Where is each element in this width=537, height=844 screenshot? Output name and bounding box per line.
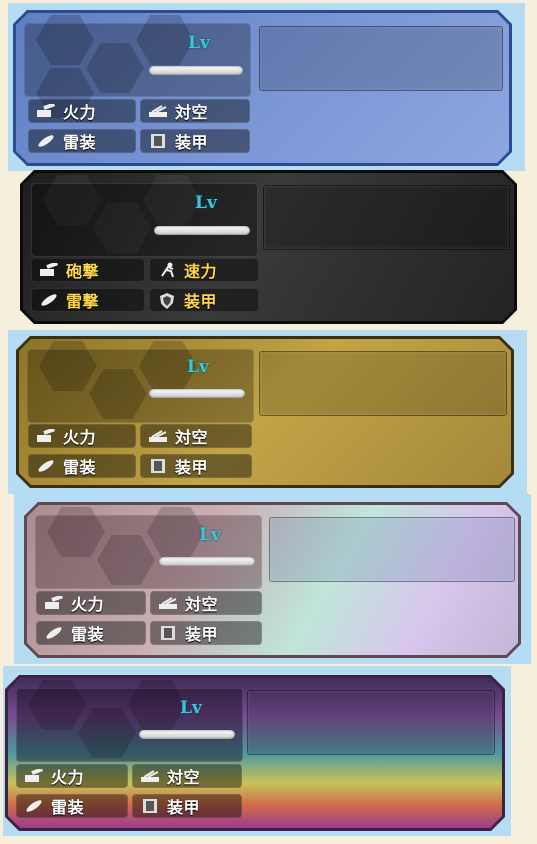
anti-air-icon bbox=[139, 768, 161, 784]
info-panel bbox=[259, 351, 507, 416]
stat-torpedo-attack: 雷撃 bbox=[31, 288, 145, 312]
stat-label: 速力 bbox=[184, 262, 218, 281]
info-panel bbox=[247, 690, 495, 755]
stat-label: 雷装 bbox=[63, 133, 97, 152]
torpedo-icon bbox=[35, 458, 57, 474]
stat-label: 火力 bbox=[71, 595, 105, 614]
stat-label: 雷装 bbox=[71, 625, 105, 644]
portrait-area bbox=[24, 23, 251, 97]
stat-label: 火力 bbox=[63, 103, 97, 122]
stat-firepower: 火力 bbox=[16, 764, 128, 788]
info-panel bbox=[263, 185, 510, 250]
stat-label: 雷装 bbox=[63, 458, 97, 477]
exp-bar bbox=[154, 226, 250, 235]
stat-anti-air: 対空 bbox=[140, 99, 250, 123]
firepower-icon bbox=[35, 103, 57, 119]
level-label: Lv bbox=[188, 33, 210, 53]
armor-icon bbox=[147, 133, 169, 149]
torpedo-icon bbox=[35, 133, 57, 149]
armor-shield-icon bbox=[156, 292, 178, 308]
torpedo-icon bbox=[43, 625, 65, 641]
stat-armor: 装甲 bbox=[132, 794, 242, 818]
exp-bar bbox=[139, 730, 235, 739]
stat-label: 装甲 bbox=[175, 133, 209, 152]
ship-card-black[interactable]: Lv 砲撃 速力 雷撃 装甲 bbox=[20, 170, 517, 324]
portrait-area bbox=[35, 515, 262, 589]
firepower-icon bbox=[35, 428, 57, 444]
torpedo-icon bbox=[38, 292, 60, 308]
level-label: Lv bbox=[199, 525, 221, 545]
stat-label: 火力 bbox=[51, 768, 85, 787]
firepower-icon bbox=[43, 595, 65, 611]
stat-anti-air: 対空 bbox=[140, 424, 252, 448]
stat-armor: 装甲 bbox=[140, 129, 250, 153]
stat-label: 対空 bbox=[175, 428, 209, 447]
stat-armor: 装甲 bbox=[140, 454, 252, 478]
info-panel bbox=[269, 517, 515, 582]
level-label: Lv bbox=[195, 193, 217, 213]
ship-card-rainbow[interactable]: Lv 火力 対空 雷装 装甲 bbox=[5, 675, 505, 831]
armor-icon bbox=[157, 625, 179, 641]
stat-torpedo: 雷装 bbox=[28, 129, 136, 153]
stat-firepower: 火力 bbox=[28, 424, 136, 448]
firepower-icon bbox=[23, 768, 45, 784]
stat-armor: 装甲 bbox=[150, 621, 262, 645]
stat-shelling: 砲撃 bbox=[31, 258, 145, 282]
stat-anti-air: 対空 bbox=[132, 764, 242, 788]
armor-icon bbox=[147, 458, 169, 474]
firepower-icon bbox=[38, 262, 60, 278]
stat-torpedo: 雷装 bbox=[16, 794, 128, 818]
torpedo-icon bbox=[23, 798, 45, 814]
stat-armor: 装甲 bbox=[149, 288, 259, 312]
speed-icon bbox=[156, 262, 178, 278]
stat-label: 雷装 bbox=[51, 798, 85, 817]
level-label: Lv bbox=[180, 698, 202, 718]
portrait-area bbox=[31, 183, 258, 257]
armor-icon bbox=[139, 798, 161, 814]
stat-firepower: 火力 bbox=[28, 99, 136, 123]
stat-label: 対空 bbox=[185, 595, 219, 614]
anti-air-icon bbox=[147, 428, 169, 444]
stat-label: 火力 bbox=[63, 428, 97, 447]
exp-bar bbox=[159, 557, 255, 566]
stat-anti-air: 対空 bbox=[150, 591, 262, 615]
stat-speed: 速力 bbox=[149, 258, 259, 282]
stat-label: 装甲 bbox=[184, 292, 218, 311]
info-panel bbox=[259, 26, 503, 91]
portrait-area bbox=[27, 349, 254, 423]
exp-bar bbox=[149, 389, 245, 398]
stat-torpedo: 雷装 bbox=[36, 621, 146, 645]
ship-card-blue[interactable]: Lv 火力 対空 雷装 装甲 bbox=[13, 10, 512, 166]
stat-label: 雷撃 bbox=[66, 292, 100, 311]
stat-label: 砲撃 bbox=[66, 262, 100, 281]
ship-card-holo[interactable]: Lv 火力 対空 雷装 装甲 bbox=[24, 502, 521, 658]
stat-label: 対空 bbox=[175, 103, 209, 122]
anti-air-icon bbox=[157, 595, 179, 611]
stat-firepower: 火力 bbox=[36, 591, 146, 615]
exp-bar bbox=[149, 66, 243, 75]
ship-card-gold[interactable]: Lv 火力 対空 雷装 装甲 bbox=[16, 336, 514, 488]
portrait-area bbox=[16, 688, 243, 762]
stat-label: 装甲 bbox=[175, 458, 209, 477]
stat-torpedo: 雷装 bbox=[28, 454, 136, 478]
stat-label: 対空 bbox=[167, 768, 201, 787]
stat-label: 装甲 bbox=[167, 798, 201, 817]
stat-label: 装甲 bbox=[185, 625, 219, 644]
level-label: Lv bbox=[187, 357, 209, 377]
anti-air-icon bbox=[147, 103, 169, 119]
